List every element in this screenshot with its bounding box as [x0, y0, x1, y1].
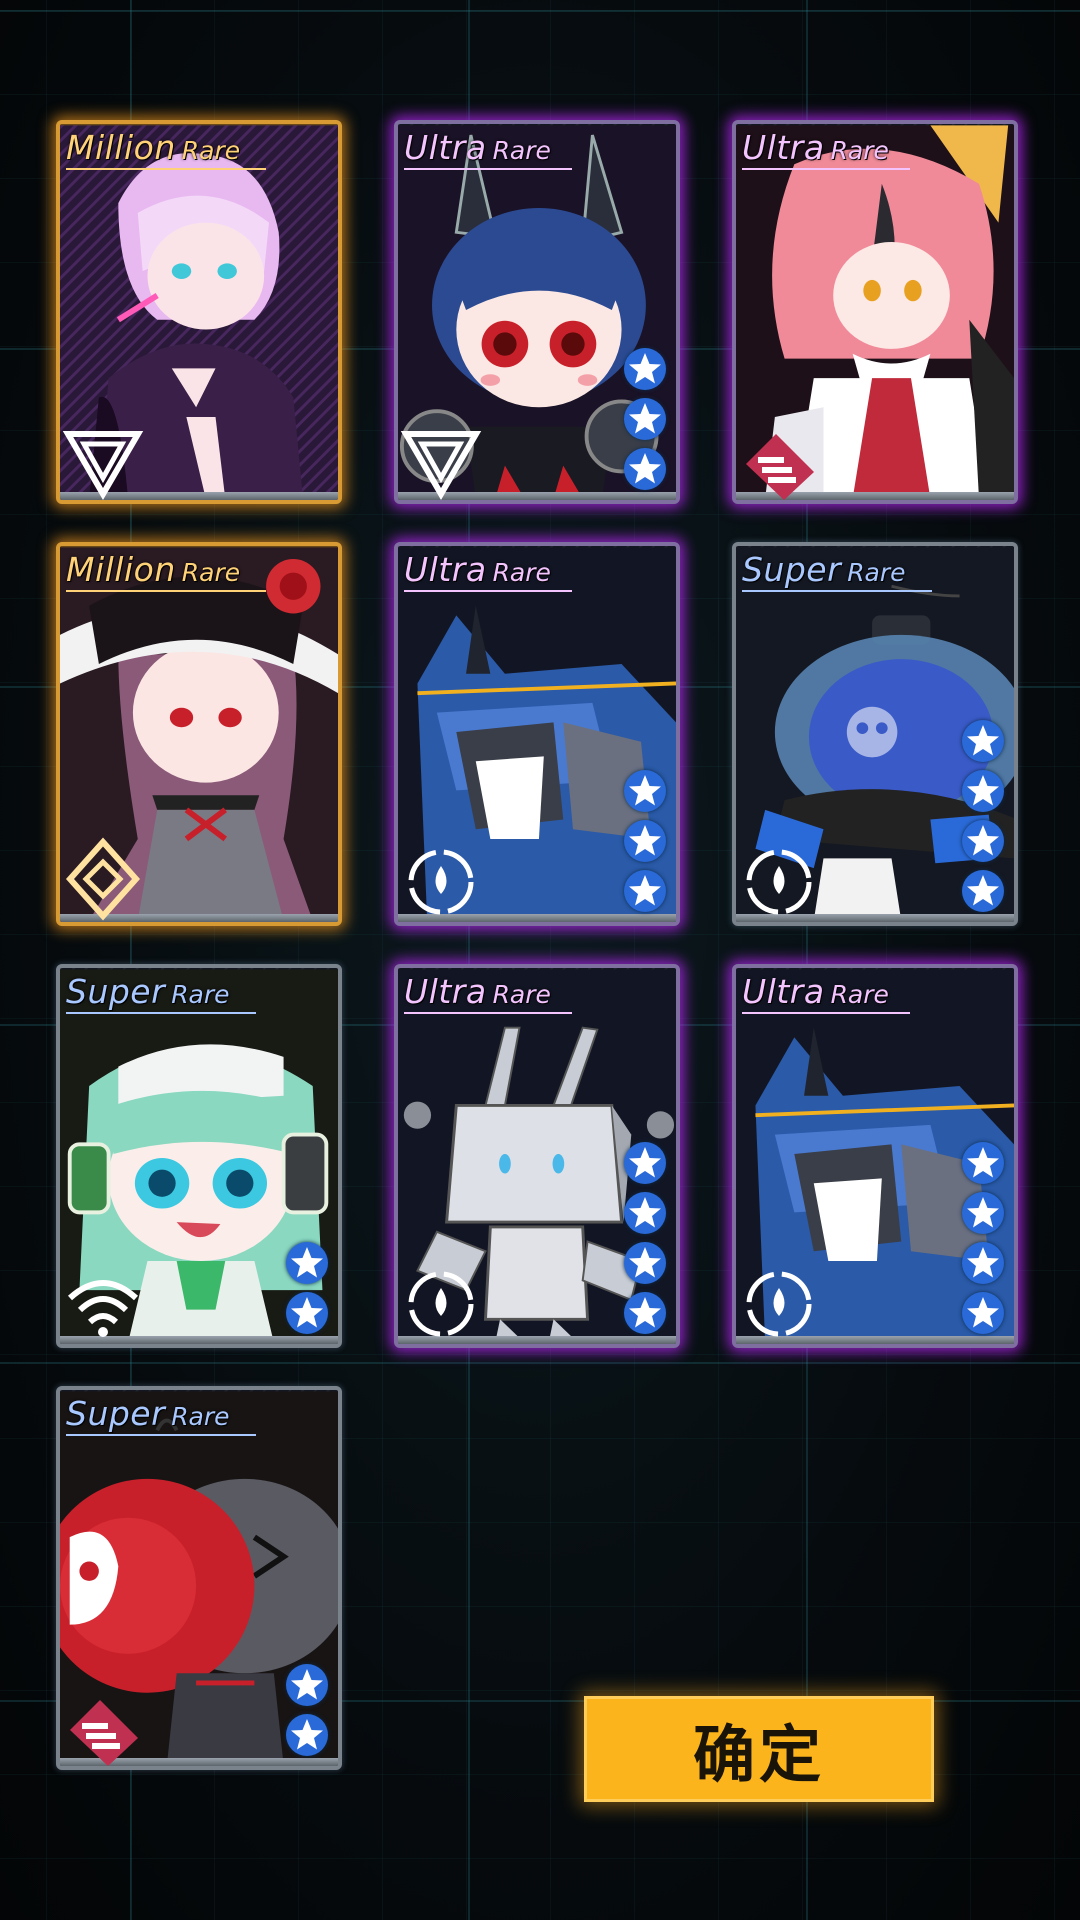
rarity-underline: [742, 168, 910, 170]
rarity-label: Million Rare: [66, 550, 241, 589]
rarity-underline: [404, 1012, 572, 1014]
star-icon: [622, 818, 668, 864]
star-rating: [960, 1140, 1006, 1336]
star-icon: [622, 868, 668, 914]
result-card[interactable]: Ultra Rare: [732, 964, 1018, 1348]
star-icon: [960, 718, 1006, 764]
star-icon: [622, 446, 668, 492]
star-icon: [960, 1190, 1006, 1236]
star-icon: [284, 1712, 330, 1758]
star-icon: [960, 818, 1006, 864]
star-icon: [960, 868, 1006, 914]
diamond-class-icon: [60, 836, 146, 922]
result-card[interactable]: Super Rare: [732, 542, 1018, 926]
star-icon: [622, 396, 668, 442]
star-rating: [284, 1240, 330, 1336]
star-rating: [284, 1662, 330, 1758]
confirm-button-label: 确定: [692, 1718, 825, 1791]
triangle-class-icon: [60, 414, 146, 500]
rarity-underline: [742, 590, 932, 592]
drop-class-icon: [398, 1258, 484, 1344]
result-card[interactable]: Million Rare: [56, 120, 342, 504]
star-icon: [622, 1290, 668, 1336]
rarity-label: Ultra Rare: [404, 550, 551, 589]
triangle-class-icon: [398, 414, 484, 500]
rarity-underline: [404, 168, 572, 170]
rarity-underline: [742, 1012, 910, 1014]
rarity-label: Ultra Rare: [742, 972, 889, 1011]
star-rating: [622, 768, 668, 914]
star-icon: [284, 1662, 330, 1708]
star-rating: [622, 346, 668, 492]
stripes-class-icon: [736, 414, 822, 500]
star-icon: [284, 1290, 330, 1336]
rarity-underline: [66, 1012, 256, 1014]
rarity-label: Super Rare: [66, 972, 230, 1011]
result-card[interactable]: Ultra Rare: [394, 964, 680, 1348]
result-card[interactable]: Ultra Rare: [394, 120, 680, 504]
rarity-label: Ultra Rare: [404, 972, 551, 1011]
star-icon: [622, 1140, 668, 1186]
star-rating: [622, 1140, 668, 1336]
rarity-underline: [66, 1434, 256, 1436]
result-card[interactable]: Super Rare: [56, 1386, 342, 1770]
star-icon: [960, 1290, 1006, 1336]
rarity-label: Super Rare: [742, 550, 906, 589]
rarity-underline: [66, 168, 266, 170]
star-icon: [960, 1240, 1006, 1286]
rarity-label: Million Rare: [66, 128, 241, 167]
star-icon: [622, 768, 668, 814]
drop-class-icon: [736, 1258, 822, 1344]
result-card[interactable]: Ultra Rare: [732, 120, 1018, 504]
result-card[interactable]: Ultra Rare: [394, 542, 680, 926]
result-card[interactable]: Super Rare: [56, 964, 342, 1348]
star-rating: [960, 718, 1006, 914]
rarity-label: Ultra Rare: [742, 128, 889, 167]
stripes-class-icon: [60, 1680, 146, 1766]
star-icon: [622, 346, 668, 392]
rarity-label: Ultra Rare: [404, 128, 551, 167]
rarity-underline: [404, 590, 572, 592]
result-card[interactable]: Million Rare: [56, 542, 342, 926]
drop-class-icon: [736, 836, 822, 922]
star-icon: [960, 1140, 1006, 1186]
rarity-underline: [66, 590, 266, 592]
gacha-result-screen: Million Rare Ultra Rare Ultra Rare Milli…: [0, 0, 1080, 1920]
wifi-class-icon: [60, 1258, 146, 1344]
star-icon: [622, 1190, 668, 1236]
star-icon: [284, 1240, 330, 1286]
star-icon: [622, 1240, 668, 1286]
drop-class-icon: [398, 836, 484, 922]
rarity-label: Super Rare: [66, 1394, 230, 1433]
star-icon: [960, 768, 1006, 814]
confirm-button[interactable]: 确定: [584, 1696, 934, 1802]
